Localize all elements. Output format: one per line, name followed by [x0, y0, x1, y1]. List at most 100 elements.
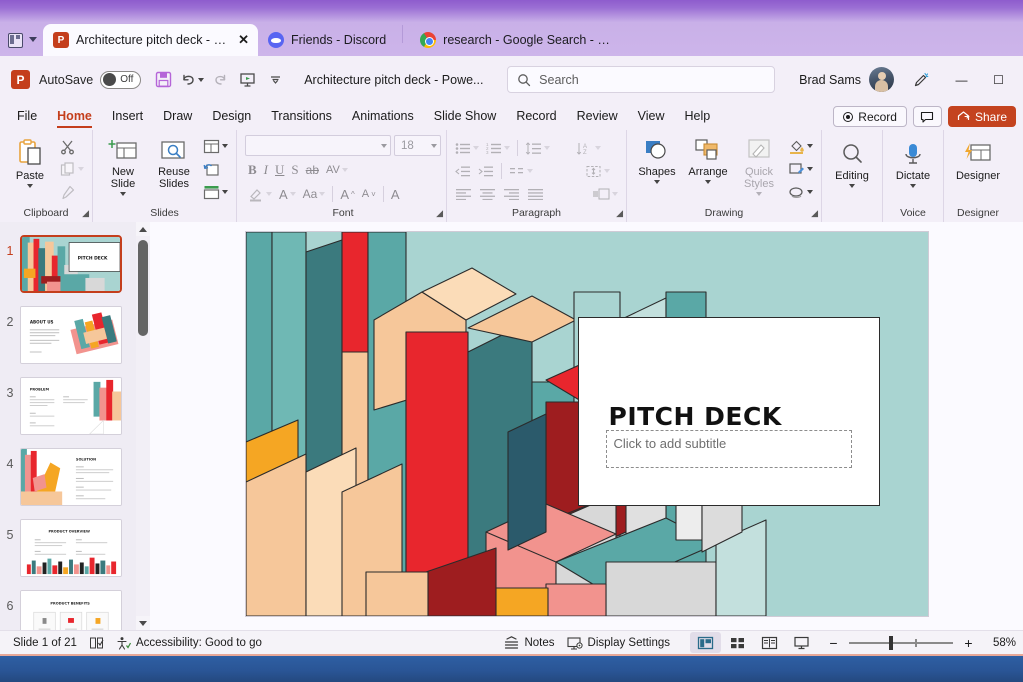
- accessibility-status[interactable]: Accessibility: Good to go: [110, 634, 268, 652]
- tab-slide-show[interactable]: Slide Show: [425, 105, 506, 128]
- chevron-down-icon[interactable]: [544, 146, 550, 150]
- ink-pen-icon[interactable]: [908, 67, 933, 92]
- slide-show-view-button[interactable]: [786, 632, 817, 653]
- text-shadow-button[interactable]: S: [288, 159, 301, 181]
- shape-outline-button[interactable]: [785, 158, 816, 180]
- bullets-button[interactable]: [452, 137, 482, 159]
- font-name-input[interactable]: [245, 135, 391, 156]
- chevron-down-icon[interactable]: [27, 184, 33, 188]
- align-right-button[interactable]: [500, 183, 523, 205]
- save-icon[interactable]: [151, 67, 176, 92]
- thumbnail-slide-6[interactable]: 6 PRODUCT BENEFITS: [0, 583, 134, 630]
- bold-button[interactable]: B: [245, 159, 260, 181]
- chevron-down-icon[interactable]: [807, 144, 813, 148]
- tab-design[interactable]: Design: [203, 105, 260, 128]
- thumbnail-slide-3[interactable]: 3 PROBLEM: [0, 370, 134, 441]
- thumbnail-slide-5[interactable]: 5 PRODUCT OVERVIEW: [0, 512, 134, 583]
- chevron-down-icon[interactable]: [289, 192, 296, 196]
- subtitle-placeholder[interactable]: Click to add subtitle: [605, 430, 852, 468]
- chevron-down-icon[interactable]: [756, 192, 762, 196]
- avatar[interactable]: [869, 67, 894, 92]
- font-size-input[interactable]: 18: [394, 135, 441, 156]
- tab-insert[interactable]: Insert: [103, 105, 152, 128]
- redo-icon[interactable]: [207, 67, 232, 92]
- reuse-slides-button[interactable]: Reuse Slides: [149, 135, 199, 193]
- slide-thumbnail-pane[interactable]: 1 PITCH DECK 2 ABOUT US 3 PROBLEM 4 SOLU…: [0, 222, 150, 630]
- tab-view[interactable]: View: [629, 105, 674, 128]
- section-button[interactable]: [200, 181, 231, 203]
- customize-quick-access-icon[interactable]: [263, 67, 288, 92]
- chevron-down-icon[interactable]: [612, 192, 618, 196]
- thumbnail-slide-4[interactable]: 4 SOLUTION: [0, 441, 134, 512]
- paragraph-dialog-launcher[interactable]: ◢: [616, 208, 623, 219]
- zoom-in-button[interactable]: +: [962, 635, 975, 651]
- tab-overview-icon[interactable]: [8, 33, 23, 48]
- windows-taskbar[interactable]: [0, 654, 1023, 682]
- undo-icon[interactable]: [179, 67, 204, 92]
- chevron-down-icon[interactable]: [29, 37, 37, 42]
- autosave-toggle[interactable]: Off: [100, 70, 142, 89]
- editing-button[interactable]: Editing: [827, 139, 877, 191]
- change-case-button[interactable]: Aa: [300, 183, 329, 205]
- current-slide[interactable]: PITCH DECK Click to add subtitle: [245, 232, 928, 616]
- zoom-slider-handle[interactable]: [889, 635, 893, 650]
- numbering-button[interactable]: 1 2 3: [483, 137, 513, 159]
- thumbnail-scrollbar[interactable]: [136, 222, 150, 630]
- slide-editing-area[interactable]: PITCH DECK Click to add subtitle: [150, 222, 1023, 630]
- spell-check-button[interactable]: [83, 634, 110, 652]
- chevron-down-icon[interactable]: [654, 180, 660, 184]
- columns-button[interactable]: [506, 160, 536, 182]
- thumbnail-slide-2[interactable]: 2 ABOUT US: [0, 299, 134, 370]
- justify-button[interactable]: [524, 183, 547, 205]
- tab-powerpoint[interactable]: Architecture pitch deck - Po... ✕: [43, 24, 258, 56]
- slide-title-text[interactable]: PITCH DECK: [609, 402, 782, 431]
- slide-preview[interactable]: ABOUT US: [20, 306, 122, 364]
- slide-preview[interactable]: PRODUCT BENEFITS: [20, 590, 122, 630]
- reading-view-button[interactable]: [754, 632, 785, 653]
- shape-effects-button[interactable]: [785, 181, 816, 203]
- increase-indent-button[interactable]: [475, 160, 497, 182]
- notes-button[interactable]: Notes: [498, 634, 560, 652]
- slide-sorter-view-button[interactable]: [722, 632, 753, 653]
- chevron-down-icon[interactable]: [319, 192, 326, 196]
- display-settings-button[interactable]: Display Settings: [561, 634, 676, 652]
- slide-indicator[interactable]: Slide 1 of 21: [7, 635, 83, 651]
- normal-view-button[interactable]: [690, 632, 721, 653]
- chevron-down-icon[interactable]: [473, 146, 479, 150]
- designer-button[interactable]: Designer: [949, 139, 1007, 185]
- chevron-down-icon[interactable]: [595, 146, 601, 150]
- copy-button[interactable]: [56, 158, 87, 180]
- chevron-down-icon[interactable]: [604, 169, 610, 173]
- scrollbar-thumb[interactable]: [138, 240, 148, 336]
- chevron-down-icon[interactable]: [341, 168, 348, 172]
- chevron-down-icon[interactable]: [849, 184, 855, 188]
- chevron-down-icon[interactable]: [910, 184, 916, 188]
- comments-button[interactable]: [912, 106, 942, 127]
- convert-to-smartart-button[interactable]: [589, 183, 621, 205]
- tab-review[interactable]: Review: [568, 105, 627, 128]
- scroll-up-button[interactable]: [136, 222, 150, 236]
- chevron-down-icon[interactable]: [266, 192, 272, 196]
- tab-search-group[interactable]: [0, 33, 43, 56]
- shape-fill-button[interactable]: [785, 135, 816, 157]
- layout-button[interactable]: [200, 135, 231, 157]
- font-dialog-launcher[interactable]: ◢: [436, 208, 443, 219]
- text-direction-button[interactable]: AZ: [573, 137, 604, 159]
- clipboard-dialog-launcher[interactable]: ◢: [82, 208, 89, 219]
- thumbnail-slide-1[interactable]: 1 PITCH DECK: [0, 228, 134, 299]
- line-spacing-button[interactable]: [522, 137, 553, 159]
- chevron-down-icon[interactable]: [78, 167, 84, 171]
- chevron-down-icon[interactable]: [381, 143, 387, 148]
- slide-preview[interactable]: PITCH DECK: [20, 235, 122, 293]
- dictate-button[interactable]: Dictate: [888, 139, 938, 191]
- tab-record[interactable]: Record: [507, 105, 565, 128]
- slide-preview[interactable]: PRODUCT OVERVIEW: [20, 519, 122, 577]
- tab-home[interactable]: Home: [48, 105, 101, 128]
- increase-font-size-button[interactable]: A ^: [337, 183, 357, 205]
- share-button[interactable]: Share: [947, 106, 1016, 127]
- quick-styles-button[interactable]: Quick Styles: [734, 135, 784, 199]
- drawing-dialog-launcher[interactable]: ◢: [811, 208, 818, 219]
- tab-help[interactable]: Help: [675, 105, 719, 128]
- close-icon[interactable]: ✕: [238, 32, 249, 48]
- decrease-font-size-button[interactable]: A ˅: [359, 183, 379, 205]
